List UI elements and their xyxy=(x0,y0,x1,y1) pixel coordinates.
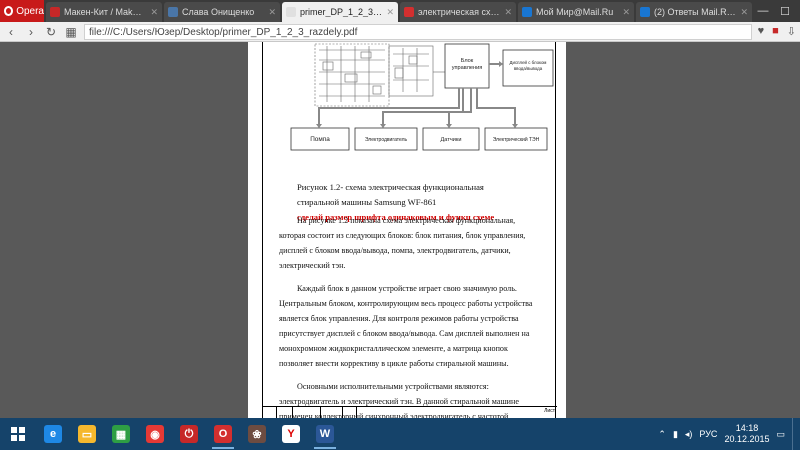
clock-date: 20.12.2015 xyxy=(724,434,770,444)
media-icon: ❀ xyxy=(248,425,266,443)
taskbar-app-button[interactable]: ❀ xyxy=(240,418,274,450)
yandex-icon: Y xyxy=(282,425,300,443)
folder-icon: ▭ xyxy=(78,425,96,443)
display-block-label: Дисплей с блоком xyxy=(510,60,547,65)
windows-logo-icon xyxy=(11,427,25,441)
ie-icon: e xyxy=(44,425,62,443)
extension-icon[interactable]: ■ xyxy=(772,25,779,38)
tab-title: primer_DP_1_2_3_razdely.pdf xyxy=(300,7,382,17)
tab-close-icon[interactable]: ✕ xyxy=(740,7,748,18)
tab-favicon-icon xyxy=(522,7,532,17)
tab-close-icon[interactable]: ✕ xyxy=(268,7,276,18)
body-text-line: Основными исполнительными устройствами я… xyxy=(297,382,489,391)
clock[interactable]: 14:18 20.12.2015 xyxy=(724,423,769,445)
minimize-icon[interactable]: — xyxy=(752,5,774,17)
word-icon: W xyxy=(316,425,334,443)
clock-time: 14:18 xyxy=(735,423,759,433)
browser-tab[interactable]: Макен-Кит / Maken-Kit ✕ xyxy=(46,2,162,22)
title-block-stamp: Лист xyxy=(263,406,557,418)
store-icon: ▦ xyxy=(112,425,130,443)
tab-title: Слава Онищенко xyxy=(182,7,255,17)
close-window-icon[interactable]: ✕ xyxy=(796,5,800,18)
taskbar-app-button[interactable]: Y xyxy=(274,418,308,450)
tab-close-icon[interactable]: ✕ xyxy=(386,7,394,18)
address-bar: ‹ › ↻ ▦ file:///C:/Users/Юзер/Desktop/pr… xyxy=(0,22,800,42)
figure-caption-line1: Рисунок 1.2- схема электрическая функцио… xyxy=(297,182,484,192)
taskbar-app-button[interactable]: ◉ xyxy=(138,418,172,450)
tab-title: Макен-Кит / Maken-Kit xyxy=(64,7,146,17)
tab-close-icon[interactable]: ✕ xyxy=(504,7,512,18)
taskbar-app-button[interactable]: ⏻ xyxy=(172,418,206,450)
heart-icon[interactable]: ♥ xyxy=(758,25,765,38)
pump-block-label: Помпа xyxy=(310,136,330,143)
browser-tab[interactable]: Мой Мир@Mail.Ru ✕ xyxy=(518,2,634,22)
display-block-label-2: ввода/вывода xyxy=(514,66,543,71)
start-button[interactable] xyxy=(0,418,36,450)
tab-favicon-icon xyxy=(286,7,296,17)
sensors-block-label: Датчики xyxy=(441,137,462,143)
body-text-line: позволяет внести коррективу в цикле рабо… xyxy=(279,359,509,368)
motor-block-label: Электродвигатель xyxy=(365,137,408,143)
taskbar-app-button[interactable]: W xyxy=(308,418,342,450)
tab-title: Мой Мир@Mail.Ru xyxy=(536,7,614,17)
body-text-line: присутствует дисплей с блоком ввода/выво… xyxy=(279,329,530,338)
tab-close-icon[interactable]: ✕ xyxy=(622,7,630,18)
volume-icon[interactable]: ◂) xyxy=(685,429,693,440)
tab-favicon-icon xyxy=(50,7,60,17)
window-controls: — ☐ ✕ xyxy=(752,0,800,22)
browser-tab-bar: Opera Макен-Кит / Maken-Kit✕Слава Онищен… xyxy=(0,0,800,22)
taskbar-app-button[interactable]: ▭ xyxy=(70,418,104,450)
show-desktop-button[interactable] xyxy=(792,418,796,450)
language-indicator[interactable]: РУС xyxy=(699,429,717,439)
tab-favicon-icon xyxy=(168,7,178,17)
browser-tab[interactable]: Слава Онищенко ✕ xyxy=(164,2,280,22)
body-text-line: дисплей с блоком ввода/вывода, помпа, эл… xyxy=(279,246,511,255)
taskbar-app-button[interactable]: e xyxy=(36,418,70,450)
opera-icon: O xyxy=(214,425,232,443)
control-block-label-2: управления xyxy=(452,65,483,71)
tray-chevron-icon[interactable]: ⌃ xyxy=(658,429,666,440)
opera-menu-label: Opera xyxy=(16,5,44,17)
browser-tab[interactable]: (2) Ответы Mail.Ru: Ana ✕ xyxy=(636,2,752,22)
pdf-page: Блок управления Дисплей с блоком ввода/в… xyxy=(248,42,566,418)
body-text-line: Каждый блок в данном устройстве играет с… xyxy=(297,284,517,293)
maximize-icon[interactable]: ☐ xyxy=(774,5,796,18)
tab-title: (2) Ответы Mail.Ru: Ana xyxy=(654,7,736,17)
heater-block-label: Электрический ТЭН xyxy=(493,136,540,143)
taskbar-app-button[interactable]: ▦ xyxy=(104,418,138,450)
functional-diagram: Блок управления Дисплей с блоком ввода/в… xyxy=(290,43,554,151)
speed-dial-icon[interactable]: ▦ xyxy=(64,25,78,39)
download-icon[interactable]: ⇩ xyxy=(787,25,796,38)
chrome-icon: ◉ xyxy=(146,425,164,443)
opera-logo-icon xyxy=(4,6,14,16)
tab-favicon-icon xyxy=(404,7,414,17)
page-frame: Блок управления Дисплей с блоком ввода/в… xyxy=(262,42,557,418)
sheet-label: Лист xyxy=(544,408,555,414)
body-text-line: которая состоит из следующих блоков: бло… xyxy=(279,231,526,240)
figure-caption-line2: стиральной машины Samsung WF-861 xyxy=(297,197,437,207)
pdf-viewer[interactable]: Блок управления Дисплей с блоком ввода/в… xyxy=(0,42,800,418)
tab-close-icon[interactable]: ✕ xyxy=(150,7,158,18)
tab-favicon-icon xyxy=(640,7,650,17)
notifications-icon[interactable]: ▭ xyxy=(776,429,785,440)
body-text-line: На рисунке 1.2 показана схема электричес… xyxy=(297,216,516,225)
network-icon[interactable]: ▮ xyxy=(673,429,678,440)
opera-menu-button[interactable]: Opera xyxy=(0,0,44,22)
url-field[interactable]: file:///C:/Users/Юзер/Desktop/primer_DP_… xyxy=(84,23,752,40)
back-icon[interactable]: ‹ xyxy=(4,25,18,39)
forward-icon[interactable]: › xyxy=(24,25,38,39)
body-text-line: монохромном жидкокристаллическом элемент… xyxy=(279,344,508,353)
reload-icon[interactable]: ↻ xyxy=(44,25,58,39)
body-text-line: является блок управления. Для контроля р… xyxy=(279,314,519,323)
browser-tab[interactable]: электрическая схема стиральной машины ✕ xyxy=(400,2,516,22)
windows-taskbar: e ▭ ▦ ◉ ⏻ O ❀ Y W ⌃ ▮ ◂) РУС 14:18 20.12.2015 ▭ xyxy=(0,418,800,450)
control-block-label: Блок xyxy=(461,58,474,64)
body-text-line: Центральным блоком, контролирующим весь … xyxy=(279,299,533,308)
tab-title: электрическая схема стиральной машины xyxy=(418,7,500,17)
body-text-line: электрический тэн. xyxy=(279,261,346,270)
browser-tab[interactable]: primer_DP_1_2_3_razdely.pdf ✕ xyxy=(282,2,398,22)
power-app-icon: ⏻ xyxy=(180,425,198,443)
taskbar-app-button[interactable]: O xyxy=(206,418,240,450)
system-tray: ⌃ ▮ ◂) РУС 14:18 20.12.2015 ▭ xyxy=(658,418,800,450)
